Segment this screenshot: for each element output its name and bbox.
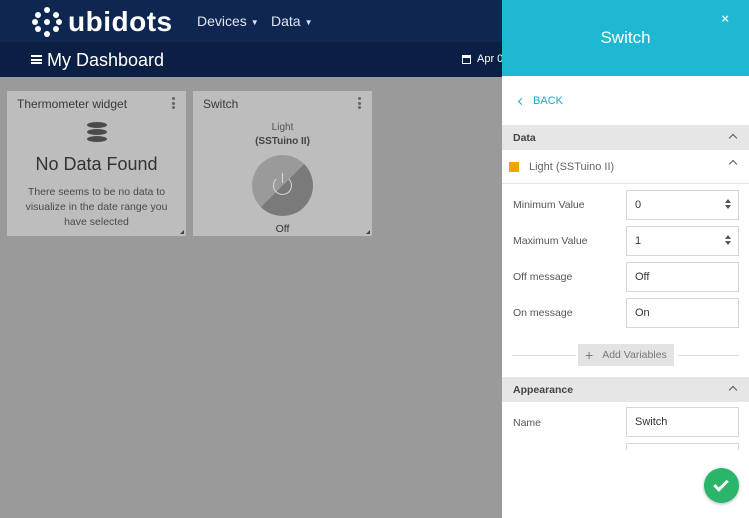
ubidots-logo[interactable]: ubidots [32,6,173,38]
nav-devices[interactable]: Devices ▼ [197,13,259,29]
chevron-left-icon [517,97,526,105]
switch-device-label: (SSTuino II) [255,136,310,147]
variable-name: Light (SSTuino II) [529,161,615,173]
off-message-value: Off [635,271,650,283]
max-value: 1 [635,235,642,247]
number-stepper-icon[interactable] [725,199,731,211]
date-range-label: Apr 0 [477,53,504,65]
add-variables-label: Add Variables [602,349,667,361]
off-message-label: Off message [513,271,573,283]
divider [513,355,575,356]
thermometer-widget: Thermometer widget No Data Found There s… [7,91,186,236]
on-message-label: On message [513,307,573,319]
chevron-up-icon [728,133,738,143]
section-label: Data [513,132,536,144]
dashboard-title: My Dashboard [47,50,165,70]
no-data-title: No Data Found [35,154,158,174]
resize-handle-icon[interactable] [180,230,184,234]
next-field-input[interactable] [626,443,739,450]
caret-down-icon: ▼ [250,17,259,27]
variable-color-swatch [509,162,519,172]
caret-down-icon: ▼ [304,17,313,27]
min-value-label: Minimum Value [513,199,585,211]
logo-dots-icon [32,7,64,37]
calendar-icon [462,54,471,64]
name-input[interactable]: Switch [626,407,739,437]
panel-header: Switch × [502,0,749,76]
number-stepper-icon[interactable] [725,235,731,247]
back-button[interactable]: BACK [517,95,563,107]
nav-data[interactable]: Data ▼ [271,13,313,29]
name-label: Name [513,417,542,429]
data-section-header[interactable]: Data [502,125,749,150]
switch-variable-label: Light [271,122,294,133]
nav-data-label: Data [271,13,301,29]
divider [678,355,739,356]
panel-title: Switch [600,28,651,47]
widget-title: Switch [203,97,239,111]
appearance-section-header[interactable]: Appearance [502,377,749,402]
on-message-value: On [635,307,650,319]
min-value-input[interactable]: 0 [626,190,739,220]
widget-settings-panel: Switch × BACK Data Light (SSTuino II) Mi… [502,0,749,518]
close-icon[interactable]: × [721,11,729,26]
switch-toggle[interactable] [252,155,313,216]
on-message-input[interactable]: On [626,298,739,328]
variable-row[interactable]: Light (SSTuino II) [502,151,749,184]
database-icon [87,122,107,144]
date-range-picker[interactable]: Apr 0 [462,53,503,65]
widget-title: Thermometer widget [17,97,128,111]
nav-devices-label: Devices [197,13,247,29]
back-label: BACK [533,95,563,107]
save-button[interactable] [704,468,739,503]
max-value-label: Maximum Value [513,235,588,247]
plus-icon: + [585,347,594,363]
widget-options-icon[interactable] [358,97,361,111]
name-value: Switch [635,416,668,428]
resize-handle-icon[interactable] [366,230,370,234]
no-data-message: There seems to be no data to visualize i… [25,186,168,228]
off-message-input[interactable]: Off [626,262,739,292]
add-variables-button[interactable]: + Add Variables [578,344,674,366]
switch-state: Off [275,223,290,235]
switch-widget: Switch Light (SSTuino II) Off [193,91,372,236]
checkmark-icon [713,476,729,492]
widget-options-icon[interactable] [172,97,175,111]
section-label: Appearance [513,384,574,396]
min-value: 0 [635,199,642,211]
max-value-input[interactable]: 1 [626,226,739,256]
chevron-up-icon [728,159,738,169]
chevron-up-icon [728,385,738,395]
brand-name: ubidots [68,6,173,37]
hamburger-menu-icon[interactable] [31,55,42,64]
